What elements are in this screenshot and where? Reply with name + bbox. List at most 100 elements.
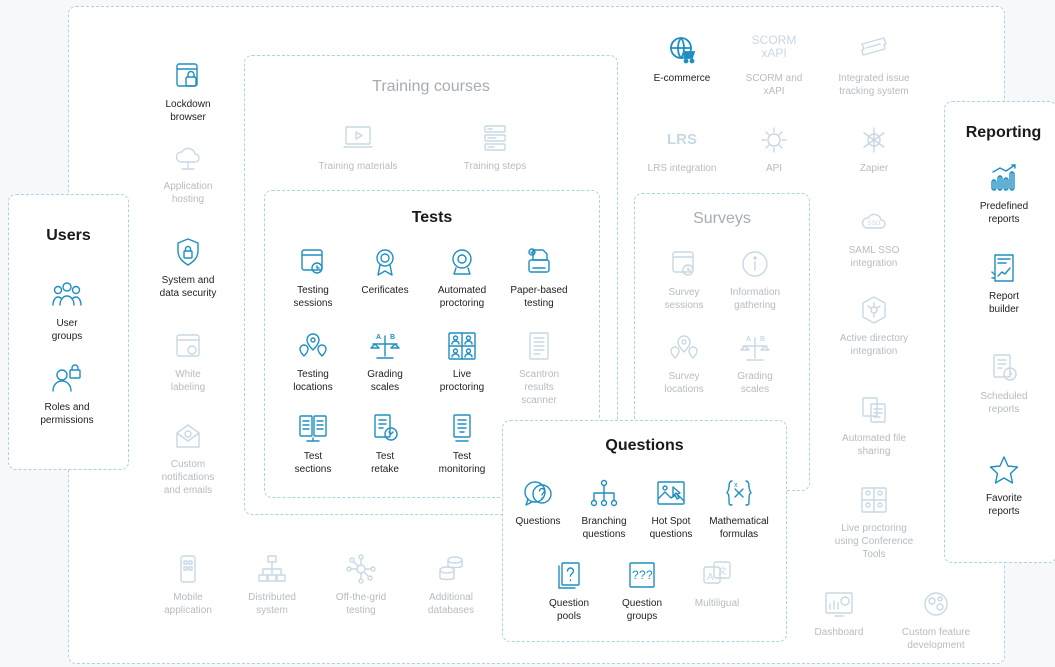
feature-customdev: Custom feature development	[888, 588, 984, 652]
feature-label: Custom notifications and emails	[161, 459, 215, 496]
feature-label: Information gathering	[729, 287, 781, 311]
feature-label: Scheduled reports	[980, 391, 1028, 415]
feature-formula: x Mathematical formulas	[691, 477, 787, 541]
window-clock-icon	[668, 248, 700, 280]
doc-monitor-icon	[446, 412, 478, 444]
feature-monitor-play: Training materials	[310, 122, 406, 173]
branch-icon	[588, 477, 620, 509]
feature-translate: A 文 Multiligual	[669, 559, 765, 610]
svg-text:A: A	[746, 336, 751, 343]
formula-icon: x	[723, 477, 755, 509]
users-title: Users	[46, 227, 91, 244]
webcam-icon	[446, 246, 478, 278]
feature-scantron: Scantron results scanner	[491, 330, 587, 407]
feature-label: Report builder	[988, 291, 1020, 315]
cloud-icon	[172, 142, 204, 174]
envelope-icon	[172, 420, 204, 452]
feature-label: Predefined reports	[979, 201, 1029, 225]
feature-conference: Live proctoring using Conference Tools	[826, 484, 922, 561]
feature-label: Lockdown browser	[165, 99, 211, 123]
monitor-play-icon	[342, 122, 374, 154]
lock-window-icon	[172, 60, 204, 92]
svg-text:文: 文	[718, 565, 727, 576]
feature-ad: Active directory integration	[826, 294, 922, 358]
feature-label: Zapier	[859, 163, 889, 174]
feature-label: SCORM and xAPI	[745, 73, 803, 97]
question-pool-icon	[553, 559, 585, 591]
feature-printer: Paper-based testing	[491, 246, 587, 310]
translate-icon: A文	[701, 559, 733, 591]
feature-label: Roles and permissions	[40, 402, 94, 426]
feature-mobile: Mobile application	[140, 553, 236, 617]
feature-label: LRS integration	[647, 163, 717, 174]
star-icon	[988, 454, 1020, 486]
feature-label: Grading scales	[737, 371, 773, 395]
feature-label: API	[765, 163, 783, 174]
feature-label: SAML SSO integration	[848, 245, 900, 269]
svg-text:x: x	[734, 482, 738, 489]
svg-text:B: B	[390, 334, 395, 341]
printer-icon	[523, 246, 555, 278]
question-group-icon: ???	[626, 559, 658, 591]
feature-label: Additional databases	[427, 592, 475, 616]
feature-lockdown: Lockdown browser	[140, 60, 236, 124]
feature-databases: Additional databases	[403, 553, 499, 617]
gears-icon	[920, 588, 952, 620]
scale-ab-icon: AB	[369, 330, 401, 362]
ribbon-icon	[369, 246, 401, 278]
hub-icon	[345, 553, 377, 585]
feature-label: Paper-based testing	[510, 285, 568, 309]
feature-filesharing: Automated file sharing	[826, 394, 922, 458]
feature-lrs: LRS LRS integration	[634, 124, 730, 175]
feature-white: White labeling	[140, 330, 236, 394]
feature-zapier: Zapier	[826, 124, 922, 175]
window-icon	[172, 330, 204, 362]
feature-distributed: Distributed system	[224, 553, 320, 617]
scorm-text-icon: SCORM xAPI	[751, 33, 797, 60]
feature-label: Distributed system	[248, 592, 296, 616]
feature-label: Live proctoring using Conference Tools	[834, 523, 914, 560]
feature-steps: Training steps	[447, 122, 543, 173]
network-icon	[256, 553, 288, 585]
feature-ecommerce: E-commerce	[634, 34, 730, 85]
feature-label: Mobile application	[164, 592, 212, 616]
retake-icon	[369, 412, 401, 444]
svg-text:A: A	[707, 572, 714, 583]
report-clock-icon	[988, 352, 1020, 384]
feature-report-clock: Scheduled reports	[956, 352, 1052, 416]
feature-label: Test monitoring	[438, 451, 486, 475]
reporting-title: Reporting	[965, 124, 1042, 141]
feature-scorm: SCORM xAPI SCORM and xAPI	[726, 34, 822, 98]
feature-report-chart: Report builder	[956, 252, 1052, 316]
feature-label: User groups	[51, 318, 83, 342]
documents-icon	[858, 394, 890, 426]
surveys-title: Surveys	[693, 210, 751, 227]
feature-user-lock: Roles and permissions	[19, 363, 115, 427]
lrs-text-icon: LRS	[667, 131, 697, 148]
feature-scale-ab: A B Grading scales	[707, 332, 803, 396]
feature-label: Training steps	[463, 161, 527, 172]
feature-label: Application hosting	[163, 181, 213, 205]
svg-text:SSO: SSO	[868, 221, 881, 227]
feature-label: Scantron results scanner	[518, 369, 560, 406]
svg-text:A: A	[376, 334, 381, 341]
svg-text:?: ?	[632, 568, 639, 582]
feature-info: Information gathering	[707, 248, 803, 312]
feature-label: Dashboard	[814, 627, 864, 638]
hotspot-image-icon	[655, 477, 687, 509]
book-sections-icon	[297, 412, 329, 444]
feature-star: Favorite reports	[956, 454, 1052, 518]
report-chart-icon	[988, 252, 1020, 284]
user-lock-icon	[51, 363, 83, 395]
feature-label: Integrated issue tracking system	[838, 73, 910, 97]
training-courses-title: Training courses	[372, 78, 490, 95]
feature-users-group: User groups	[19, 279, 115, 343]
feature-label: Mathematical formulas	[709, 516, 769, 540]
svg-text:?: ?	[646, 568, 653, 582]
hexagon-icon	[858, 294, 890, 326]
shield-lock-icon	[172, 236, 204, 268]
feature-label: Off-the-grid testing	[335, 592, 387, 616]
svg-text:B: B	[760, 336, 765, 343]
tests-title: Tests	[411, 209, 453, 226]
feature-label: System and data security	[159, 275, 217, 299]
